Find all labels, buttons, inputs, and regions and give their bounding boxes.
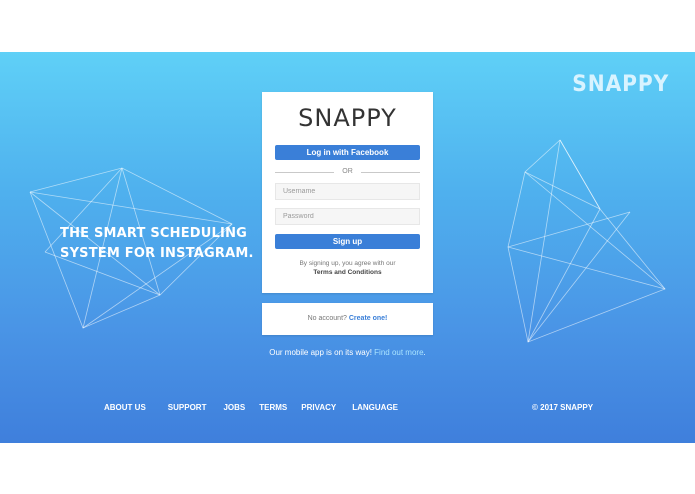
divider-line-right <box>361 172 420 173</box>
mobile-notice-text: Our mobile app is on its way! <box>269 348 372 357</box>
footer-link-privacy[interactable]: PRIVACY <box>301 403 336 412</box>
no-account-prompt: No account? <box>307 315 347 322</box>
account-card: No account? Create one! <box>262 303 433 335</box>
brand-logo[interactable]: SNAPPY <box>572 72 669 97</box>
or-divider: OR <box>275 167 420 177</box>
copyright: © 2017 SNAPPY <box>532 403 594 412</box>
create-account-link[interactable]: Create one! <box>349 315 388 322</box>
facebook-login-button[interactable]: Log in with Facebook <box>275 145 420 160</box>
terms-prefix: By signing up, you agree with our <box>299 260 396 267</box>
mobile-notice-suffix: . <box>423 348 426 357</box>
footer-link-about[interactable]: ABOUT US <box>104 403 146 412</box>
footer-link-support[interactable]: SUPPORT <box>168 403 207 412</box>
signup-button[interactable]: Sign up <box>275 234 420 249</box>
hero-section: SNAPPY THE SMART SCHEDULING SYSTEM FOR I… <box>0 52 695 443</box>
username-input[interactable] <box>275 183 420 200</box>
footer-link-jobs[interactable]: JOBS <box>223 403 245 412</box>
tagline-line-2: SYSTEM FOR INSTAGRAM. <box>60 246 254 261</box>
terms-link[interactable]: Terms and Conditions <box>262 268 433 277</box>
password-input[interactable] <box>275 208 420 225</box>
mobile-app-notice: Our mobile app is on its way! Find out m… <box>0 348 695 357</box>
card-logo: SNAPPY <box>298 104 397 132</box>
tagline: THE SMART SCHEDULING SYSTEM FOR INSTAGRA… <box>60 224 254 264</box>
footer-link-terms[interactable]: TERMS <box>259 403 287 412</box>
tagline-line-1: THE SMART SCHEDULING <box>60 226 248 241</box>
footer-link-language[interactable]: LANGUAGE <box>352 403 398 412</box>
terms-notice: By signing up, you agree with our Terms … <box>262 259 433 277</box>
find-out-more-link[interactable]: Find out more <box>374 348 423 357</box>
footer-nav: ABOUT US SUPPORT JOBS TERMS PRIVACY LANG… <box>104 403 398 412</box>
login-card: SNAPPY Log in with Facebook OR Sign up B… <box>262 92 433 293</box>
